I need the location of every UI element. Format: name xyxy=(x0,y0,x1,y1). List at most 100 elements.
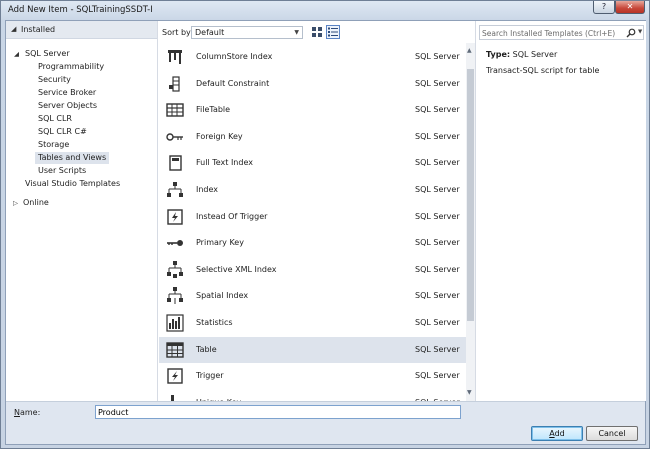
expanded-arrow-icon: ◢ xyxy=(11,25,17,33)
add-new-item-dialog: Add New Item - SQLTrainingSSDT-I ? ✕ ◢ I… xyxy=(0,0,650,449)
expanded-arrow-icon[interactable]: ◢ xyxy=(14,48,19,60)
template-name: Statistics xyxy=(196,318,233,327)
search-icon[interactable] xyxy=(626,28,636,38)
template-type: Type: SQL Server xyxy=(486,50,557,59)
tree-item[interactable]: ▷ Online xyxy=(13,197,49,209)
index-icon xyxy=(167,182,183,197)
add-label-rest: dd xyxy=(554,429,565,438)
selective-xml-index-icon xyxy=(167,260,183,278)
tree-item-label: Programmability xyxy=(38,62,105,71)
template-type-label: SQL Server xyxy=(415,238,460,248)
tree-item[interactable]: Service Broker xyxy=(38,87,96,99)
template-type-label: SQL Server xyxy=(415,318,460,327)
template-row[interactable]: Index SQL Server xyxy=(159,177,466,203)
list-view-button[interactable] xyxy=(326,25,340,39)
template-list-scrollbar[interactable]: ▲ ▼ xyxy=(466,43,475,401)
tree-item[interactable]: Tables and Views xyxy=(35,152,110,164)
template-row[interactable]: Trigger SQL Server xyxy=(159,363,466,389)
template-row[interactable]: Selective XML Index SQL Server xyxy=(159,257,466,283)
template-name: Instead Of Trigger xyxy=(196,211,268,221)
scroll-down-icon[interactable]: ▼ xyxy=(467,389,472,396)
filetable-icon xyxy=(166,103,184,117)
tree-item[interactable]: SQL CLR xyxy=(38,113,72,125)
template-name: Index xyxy=(196,185,219,194)
template-row[interactable]: Default Constraint SQL Server xyxy=(159,71,466,97)
template-row[interactable]: Full Text Index SQL Server xyxy=(159,150,466,176)
tree-item-label: SQL CLR C# xyxy=(38,127,87,136)
tree-header-label: Installed xyxy=(21,25,56,34)
window-title: Add New Item - SQLTrainingSSDT-I xyxy=(8,5,153,15)
template-row[interactable]: FileTable SQL Server xyxy=(159,97,466,123)
tree-item-label: Security xyxy=(38,75,71,84)
tree-item[interactable]: Server Objects xyxy=(38,100,97,112)
template-type-label: SQL Server xyxy=(415,371,460,381)
name-field[interactable] xyxy=(95,405,461,419)
template-name: Table xyxy=(196,344,217,354)
help-button[interactable]: ? xyxy=(593,1,615,14)
template-type-label: SQL Server xyxy=(415,105,460,115)
collapsed-arrow-icon[interactable]: ▷ xyxy=(13,197,18,209)
tree-item[interactable]: Security xyxy=(38,74,71,86)
template-row[interactable]: Spatial Index SQL Server xyxy=(159,283,466,309)
template-row[interactable]: Instead Of Trigger SQL Server xyxy=(159,204,466,230)
add-button[interactable]: Add xyxy=(531,426,583,441)
tree-item-label: Tables and Views xyxy=(38,153,107,162)
tree-item-label: Server Objects xyxy=(38,101,97,110)
name-label: Name: xyxy=(14,408,40,417)
tree-item[interactable]: User Scripts xyxy=(38,165,86,177)
template-row[interactable]: Statistics SQL Server xyxy=(159,310,466,336)
tree-item[interactable]: SQL CLR C# xyxy=(38,126,87,138)
title-bar[interactable]: Add New Item - SQLTrainingSSDT-I ? ✕ xyxy=(1,1,649,20)
full-text-index-icon xyxy=(169,155,182,172)
template-row[interactable]: Unique KeySQL Server xyxy=(159,390,466,401)
type-value: SQL Server xyxy=(512,50,558,59)
default-constraint-icon xyxy=(169,75,180,92)
search-options-chevron-icon[interactable]: ▼ xyxy=(638,29,642,35)
scroll-up-icon[interactable]: ▲ xyxy=(467,47,472,54)
close-button[interactable]: ✕ xyxy=(615,1,645,14)
search-box[interactable]: ▼ xyxy=(479,25,644,40)
tree-item-label: Online xyxy=(23,198,49,207)
list-toolbar: Sort by: Default ▼ xyxy=(159,21,470,43)
template-category-tree: ◢ Installed ◢ SQL Server Programmability Se… xyxy=(6,21,158,401)
tree-item[interactable]: Visual Studio Templates xyxy=(25,178,120,190)
sort-by-dropdown[interactable]: Default ▼ xyxy=(191,26,303,39)
template-row[interactable]: Foreign Key SQL Server xyxy=(159,124,466,150)
template-name: Primary Key xyxy=(196,238,244,248)
medium-icons-view-button[interactable] xyxy=(310,25,324,39)
template-type-label: SQL Server xyxy=(415,78,460,88)
template-name: Full Text Index xyxy=(196,158,253,168)
tree-item-label: Storage xyxy=(38,140,70,149)
template-row[interactable]: ColumnStore Index SQL Server xyxy=(159,44,466,70)
template-name: ColumnStore Index xyxy=(196,52,273,61)
search-input[interactable] xyxy=(482,27,622,39)
tree-item-label: Visual Studio Templates xyxy=(25,179,121,188)
tree-item[interactable]: Programmability xyxy=(38,61,104,73)
sort-by-value: Default xyxy=(195,28,225,37)
cancel-button[interactable]: Cancel xyxy=(586,426,638,441)
template-name: Default Constraint xyxy=(196,78,270,88)
tree-item[interactable]: Storage xyxy=(38,139,69,151)
template-type-label: SQL Server xyxy=(415,131,460,141)
tree-item-label: SQL CLR xyxy=(38,114,72,123)
template-type-label: SQL Server xyxy=(415,52,460,61)
chevron-down-icon: ▼ xyxy=(294,29,299,36)
spatial-index-icon xyxy=(167,287,183,305)
template-type-label: SQL Server xyxy=(415,185,460,194)
dialog-body: ◢ Installed ◢ SQL Server Programmability Se… xyxy=(5,20,646,445)
foreign-key-icon xyxy=(166,133,183,141)
template-description: Transact-SQL script for table xyxy=(486,66,600,75)
template-row[interactable]: Primary Key SQL Server xyxy=(159,230,466,256)
template-row[interactable]: Table SQL Server xyxy=(159,336,466,363)
tree-item-label: SQL Server xyxy=(25,49,70,58)
tree-header-installed[interactable]: ◢ Installed xyxy=(6,21,157,39)
tree-item-label: Service Broker xyxy=(38,88,97,97)
scrollbar-thumb[interactable] xyxy=(467,69,474,321)
tree-item[interactable]: ◢ SQL Server xyxy=(14,48,70,60)
template-type-label: SQL Server xyxy=(415,211,460,221)
primary-key-icon xyxy=(167,240,183,247)
template-list[interactable]: ColumnStore Index SQL Server Default Const… xyxy=(159,43,466,401)
dialog-footer: Name: Add Cancel xyxy=(6,401,645,444)
type-label: Type: xyxy=(486,50,511,59)
sort-by-label: Sort by: xyxy=(162,28,193,37)
